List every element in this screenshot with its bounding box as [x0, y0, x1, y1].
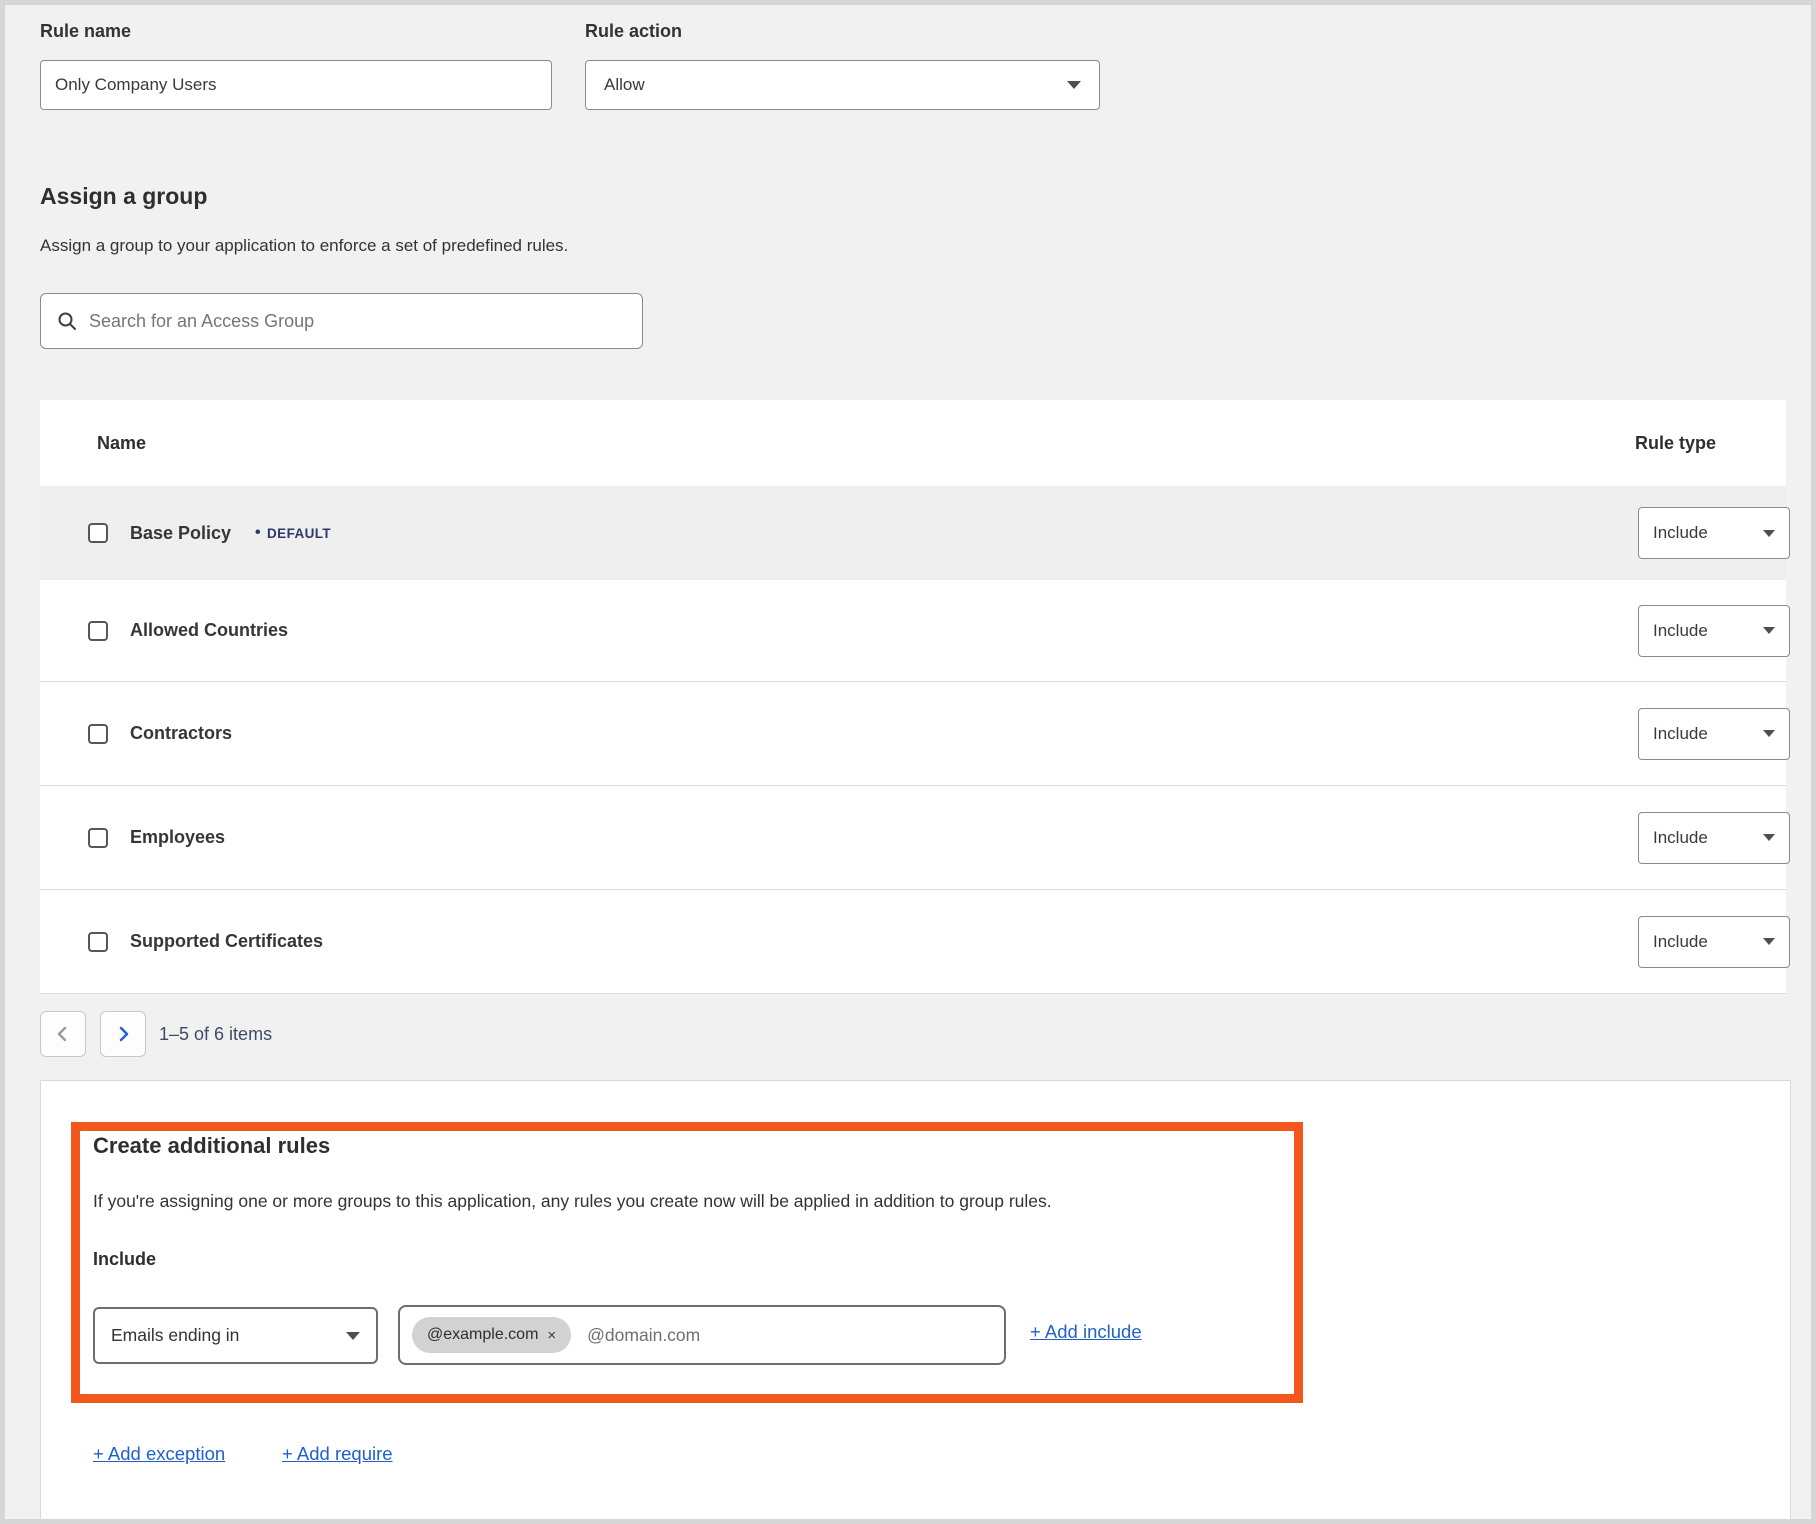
email-domain-input[interactable] — [587, 1325, 992, 1346]
access-rule-form-page: Rule name Rule action Allow Assign a gro… — [0, 0, 1816, 1524]
rule-action-value: Allow — [604, 75, 645, 95]
group-name: Allowed Countries — [130, 620, 288, 641]
default-badge: • DEFAULT — [255, 524, 331, 542]
row-checkbox[interactable] — [88, 724, 108, 744]
row-checkbox[interactable] — [88, 523, 108, 543]
rule-name-field-wrap — [40, 60, 552, 110]
pagination-status: 1–5 of 6 items — [159, 1024, 272, 1045]
badge-bullet: • — [255, 524, 261, 542]
access-groups-table: Name Rule type Base Policy • DEFAULT Inc… — [40, 400, 1786, 994]
badge-text: DEFAULT — [267, 526, 331, 541]
rule-selector-select[interactable]: Emails ending in — [93, 1307, 378, 1364]
table-row: Allowed Countries Include — [40, 580, 1786, 681]
rule-type-select[interactable]: Include — [1638, 812, 1790, 864]
rule-type-select[interactable]: Include — [1638, 708, 1790, 760]
rule-type-select[interactable]: Include — [1638, 605, 1790, 657]
rule-name-input[interactable] — [55, 75, 537, 95]
create-rules-heading: Create additional rules — [93, 1133, 330, 1159]
tag-label: @example.com — [427, 1326, 538, 1344]
name-column-header: Name — [97, 433, 146, 454]
create-rules-description: If you're assigning one or more groups t… — [93, 1191, 1273, 1212]
row-checkbox[interactable] — [88, 932, 108, 952]
access-group-search-wrap — [40, 293, 643, 349]
prev-page-button[interactable] — [40, 1011, 86, 1057]
rule-action-label: Rule action — [585, 21, 682, 42]
chevron-left-icon — [54, 1025, 72, 1043]
chevron-down-icon — [1763, 627, 1775, 634]
email-domain-tag: @example.com × — [412, 1317, 571, 1353]
access-group-search-input[interactable] — [89, 311, 626, 332]
row-checkbox[interactable] — [88, 828, 108, 848]
search-icon — [57, 311, 77, 331]
add-include-link[interactable]: + Add include — [1030, 1321, 1142, 1343]
chevron-down-icon — [1763, 530, 1775, 537]
email-domains-input-wrap: @example.com × — [398, 1305, 1006, 1365]
chevron-down-icon — [1763, 730, 1775, 737]
assign-group-description: Assign a group to your application to en… — [40, 236, 568, 256]
next-page-button[interactable] — [100, 1011, 146, 1057]
assign-group-heading: Assign a group — [40, 183, 207, 210]
chevron-down-icon — [1763, 834, 1775, 841]
rule-action-select[interactable]: Allow — [585, 60, 1100, 110]
rule-name-label: Rule name — [40, 21, 131, 42]
group-name: Base Policy — [130, 523, 231, 544]
table-row: Supported Certificates Include — [40, 889, 1786, 993]
remove-tag-icon[interactable]: × — [547, 1327, 556, 1344]
chevron-down-icon — [1067, 81, 1081, 89]
rule-selector-value: Emails ending in — [111, 1325, 239, 1346]
rule-type-select[interactable]: Include — [1638, 507, 1790, 559]
table-header-row: Name Rule type — [40, 400, 1786, 486]
rule-type-column-header: Rule type — [1635, 433, 1716, 454]
table-row: Employees Include — [40, 785, 1786, 889]
add-exception-link[interactable]: + Add exception — [93, 1443, 225, 1465]
rule-type-select[interactable]: Include — [1638, 916, 1790, 968]
row-checkbox[interactable] — [88, 621, 108, 641]
add-require-link[interactable]: + Add require — [282, 1443, 393, 1465]
group-name: Employees — [130, 827, 225, 848]
table-row: Base Policy • DEFAULT Include — [40, 486, 1786, 580]
chevron-right-icon — [114, 1025, 132, 1043]
include-label: Include — [93, 1249, 156, 1270]
chevron-down-icon — [1763, 938, 1775, 945]
group-name: Supported Certificates — [130, 931, 323, 952]
group-name: Contractors — [130, 723, 232, 744]
chevron-down-icon — [346, 1332, 360, 1340]
table-row: Contractors Include — [40, 681, 1786, 785]
